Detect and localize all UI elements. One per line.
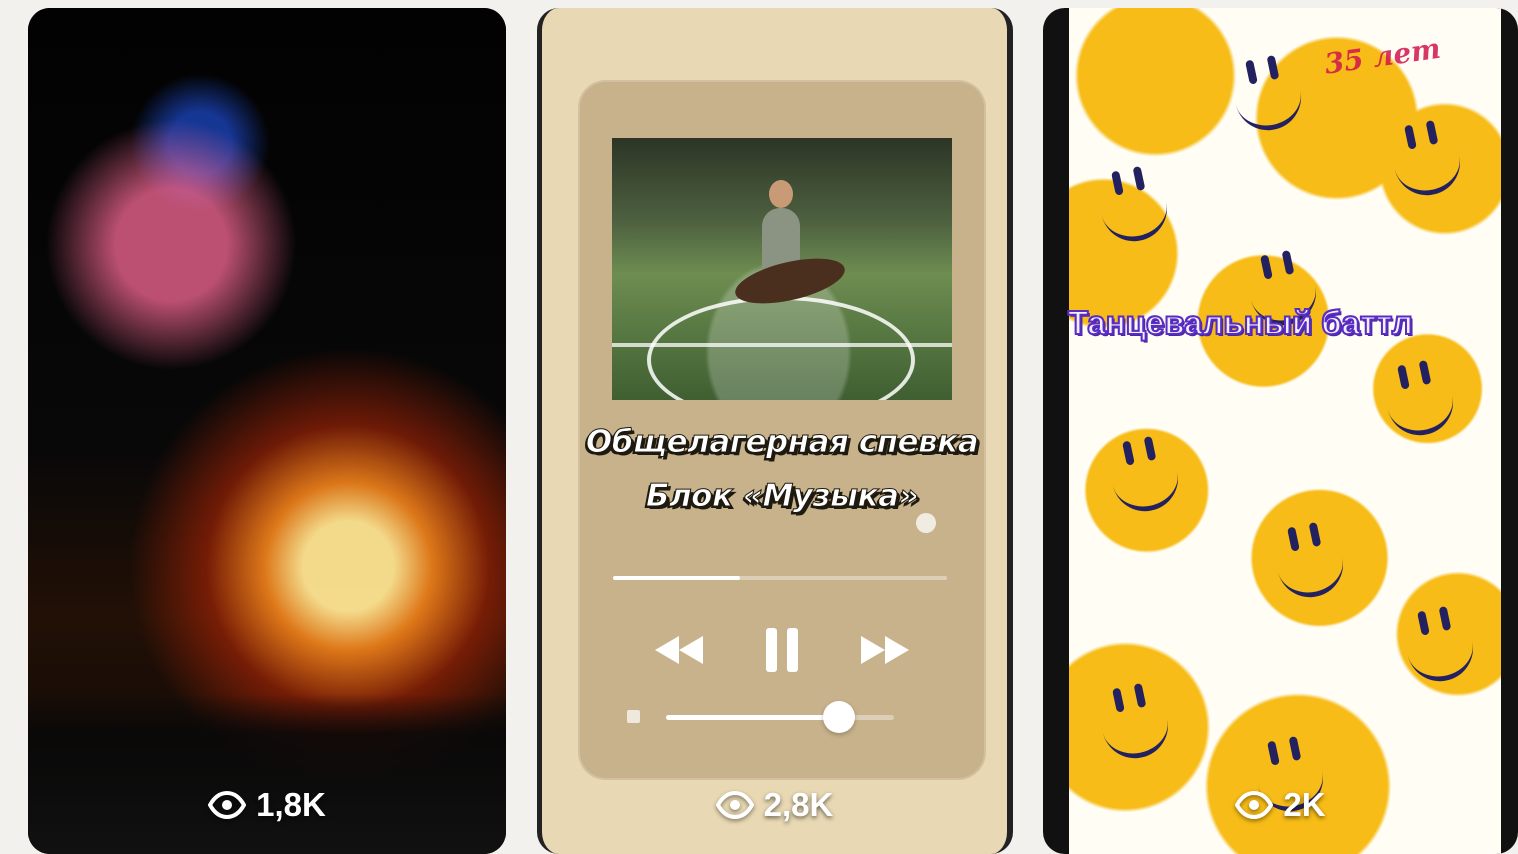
rewind-icon[interactable] [652,622,706,678]
share-icon[interactable] [916,513,936,533]
views-counter: 2K [1043,786,1518,824]
smiley-icon [1391,141,1467,202]
story-bottom-fade [28,694,506,854]
smiley-icon [1109,457,1185,518]
music-cover-photo [612,138,952,400]
smiley-icon [1232,76,1308,137]
song-title: Общелагерная спевка Блок «Музыка» [578,415,986,523]
volume-slider[interactable] [666,701,894,733]
smiley-icon [1274,543,1350,604]
volume-fill [666,715,840,720]
smiley-pattern-background [1069,8,1501,854]
views-counter: 1,8K [28,786,506,824]
volume-knob[interactable] [823,701,856,733]
smiley-icon [1099,704,1175,765]
story-card-music-player[interactable]: Общелагерная спевка Блок «Музыка» 2,8K [537,8,1013,854]
views-count: 2,8K [763,786,834,823]
player-controls [652,620,912,680]
smiley-icon [1404,627,1480,688]
song-title-line-1: Общелагерная спевка [585,424,979,461]
views-count: 1,8K [256,786,326,823]
dance-battle-title: Танцевальный баттл [1067,303,1414,342]
smiley-icon [1384,381,1460,442]
eye-icon [1235,791,1274,819]
views-counter: 2,8K [542,786,1007,824]
eye-icon [208,791,247,819]
story-card-dance-battle[interactable]: 35 лет Танцевальный баттл 2K [1043,8,1518,854]
song-progress-fill [613,576,740,580]
views-count: 2K [1283,786,1326,823]
story-card-campfire[interactable]: 1,8K [28,8,506,854]
forward-icon[interactable] [858,622,912,678]
pause-icon[interactable] [763,622,801,678]
stories-row: 1,8K Общелагерная спевка Блок «Музыка» 2… [0,0,1518,854]
field-circle [647,296,915,400]
smiley-icon [1098,187,1174,248]
eye-icon [715,791,754,819]
song-progress-bar[interactable] [613,576,947,580]
volume-low-icon [627,710,640,723]
music-player-card: Общелагерная спевка Блок «Музыка» [578,80,986,780]
